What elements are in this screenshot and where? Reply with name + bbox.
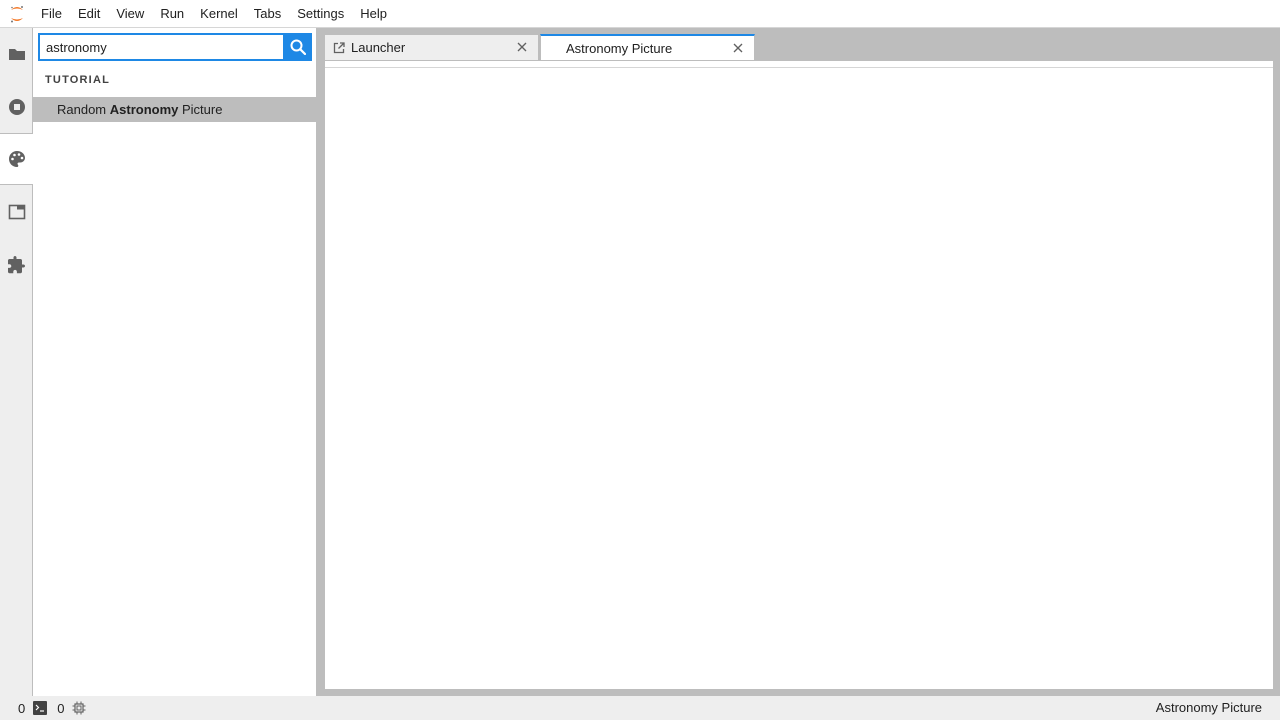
sidebar-tab-command-palette[interactable] bbox=[0, 133, 33, 185]
menu-edit[interactable]: Edit bbox=[70, 0, 108, 28]
sidebar-tab-open-tabs[interactable] bbox=[0, 186, 33, 238]
status-bar: 0 0 Astronomy Picture bbox=[0, 696, 1280, 720]
close-icon[interactable] bbox=[732, 42, 744, 54]
launch-icon bbox=[333, 41, 345, 54]
document-tab-bar: Launcher Astronomy Picture bbox=[324, 34, 756, 61]
terminal-icon[interactable] bbox=[33, 701, 48, 715]
search-input[interactable] bbox=[38, 33, 283, 61]
panel-divider bbox=[325, 67, 1273, 68]
palette-icon bbox=[8, 151, 25, 167]
terminals-count[interactable]: 0 bbox=[18, 701, 25, 716]
astronomy-picture-panel bbox=[324, 60, 1274, 690]
cpu-icon[interactable] bbox=[72, 701, 86, 715]
kernels-count[interactable]: 0 bbox=[57, 701, 64, 716]
menu-kernel[interactable]: Kernel bbox=[192, 0, 246, 28]
result-text-after: Picture bbox=[178, 102, 223, 117]
close-icon[interactable] bbox=[516, 41, 528, 53]
main-dock-area: Launcher Astronomy Picture bbox=[324, 28, 1280, 696]
menu-view[interactable]: View bbox=[108, 0, 152, 28]
tab-launcher[interactable]: Launcher bbox=[324, 34, 539, 60]
palette-category-header: TUTORIAL bbox=[45, 74, 111, 86]
tab-window-icon bbox=[8, 204, 25, 220]
result-text-match: Astronomy bbox=[109, 102, 179, 117]
tab-astronomy-picture[interactable]: Astronomy Picture bbox=[540, 34, 755, 61]
sidebar-tab-extensions[interactable] bbox=[0, 239, 33, 291]
menu-tabs[interactable]: Tabs bbox=[246, 0, 289, 28]
folder-icon bbox=[8, 49, 25, 60]
tab-label: Launcher bbox=[351, 40, 406, 55]
jupyter-logo-icon[interactable] bbox=[0, 0, 33, 28]
search-icon[interactable] bbox=[283, 33, 312, 61]
extension-puzzle-icon bbox=[7, 256, 25, 274]
menu-bar: File Edit View Run Kernel Tabs Settings … bbox=[0, 0, 1280, 28]
panel-splitter[interactable] bbox=[316, 28, 324, 696]
stop-circle-icon bbox=[8, 99, 25, 115]
menu-settings[interactable]: Settings bbox=[289, 0, 352, 28]
menu-run[interactable]: Run bbox=[152, 0, 192, 28]
result-text-before: Random bbox=[57, 102, 110, 117]
command-palette-panel: TUTORIAL Random Astronomy Picture bbox=[33, 28, 316, 696]
left-sidebar-tabbar bbox=[0, 28, 33, 696]
tab-label: Astronomy Picture bbox=[566, 41, 673, 56]
menu-help[interactable]: Help bbox=[352, 0, 395, 28]
palette-result-item[interactable]: Random Astronomy Picture bbox=[33, 97, 316, 122]
current-activity-label: Astronomy Picture bbox=[1155, 700, 1262, 715]
menu-file[interactable]: File bbox=[33, 0, 70, 28]
sidebar-tab-file-browser[interactable] bbox=[0, 28, 33, 80]
sidebar-tab-running[interactable] bbox=[0, 81, 33, 133]
palette-search bbox=[38, 33, 312, 61]
